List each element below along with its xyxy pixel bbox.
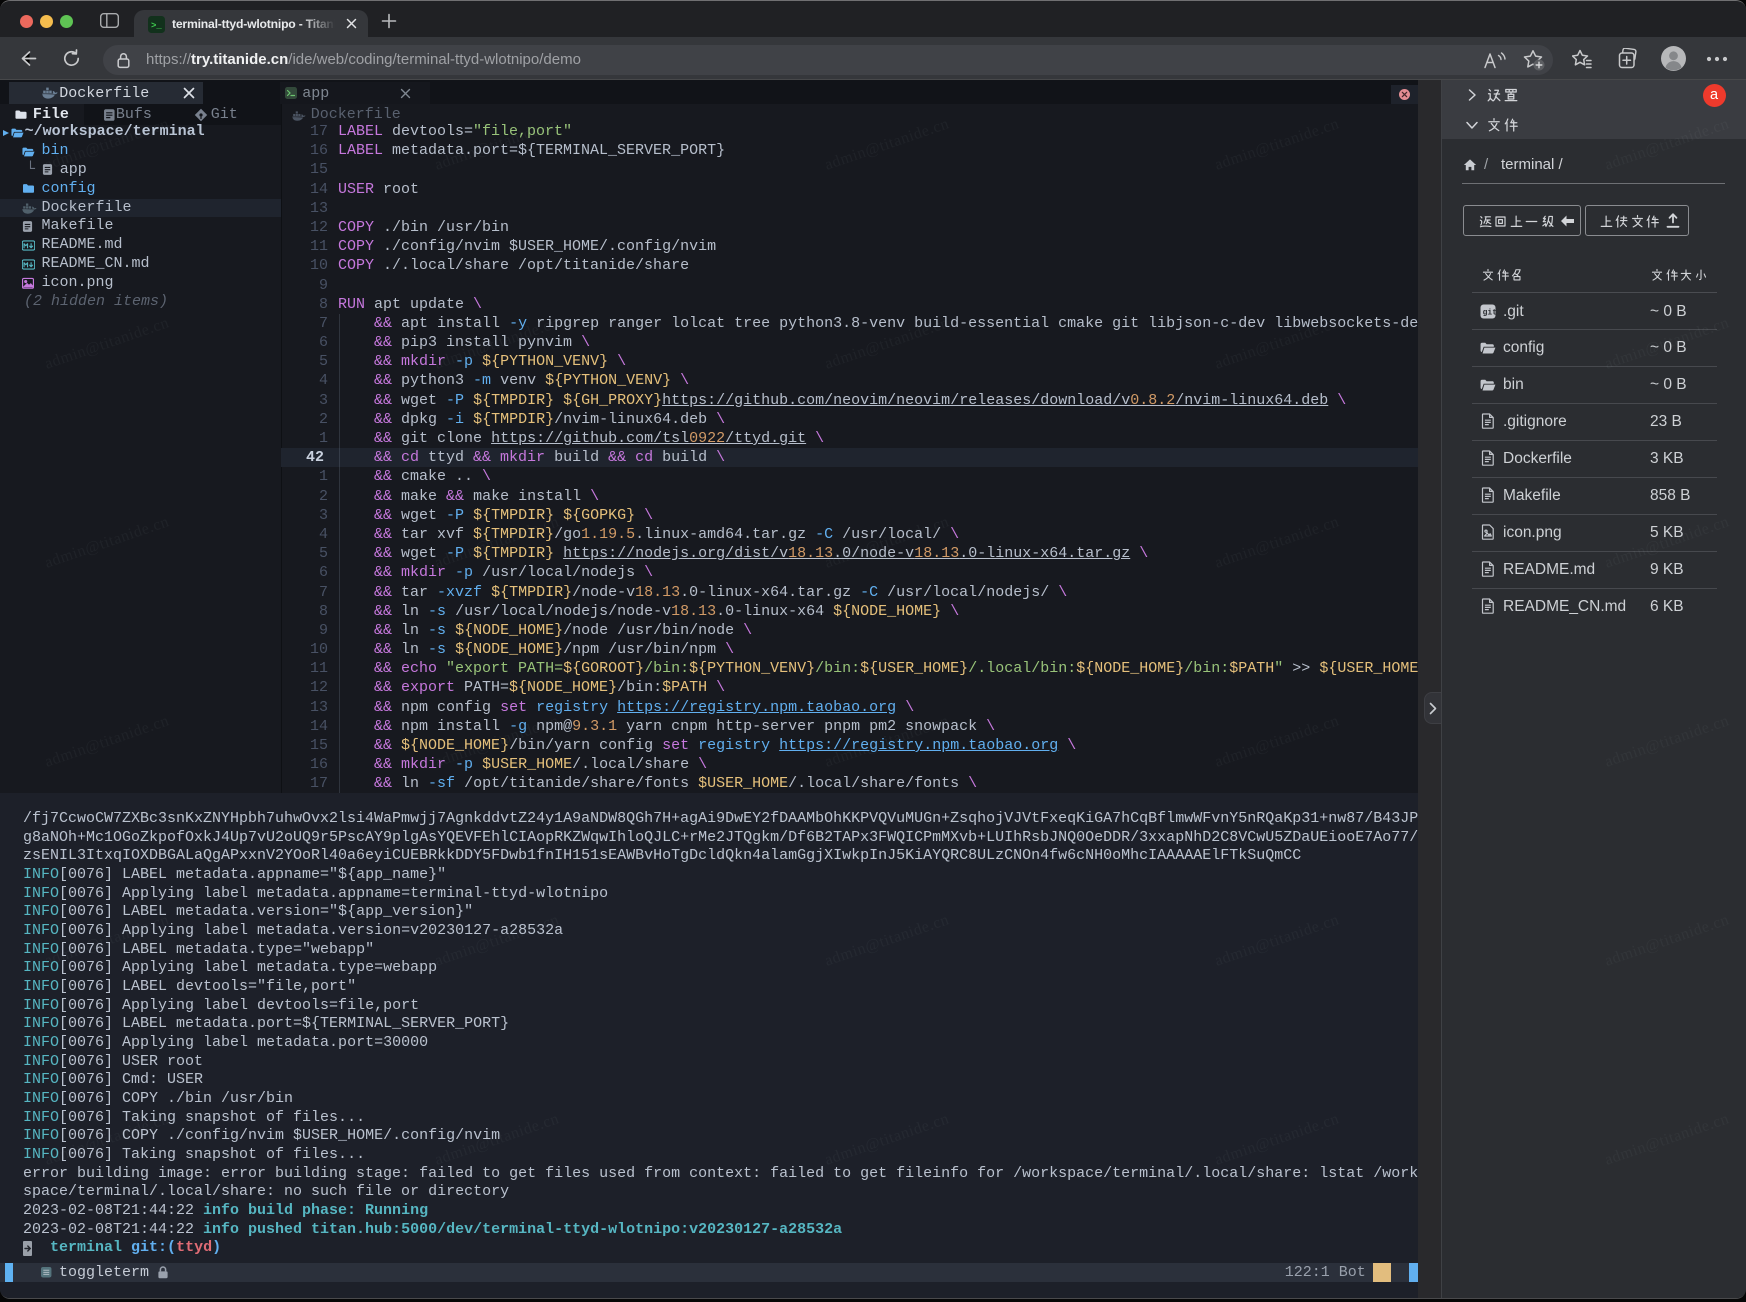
svg-text:git: git xyxy=(1483,308,1496,317)
svg-text:>_: >_ xyxy=(151,21,162,31)
